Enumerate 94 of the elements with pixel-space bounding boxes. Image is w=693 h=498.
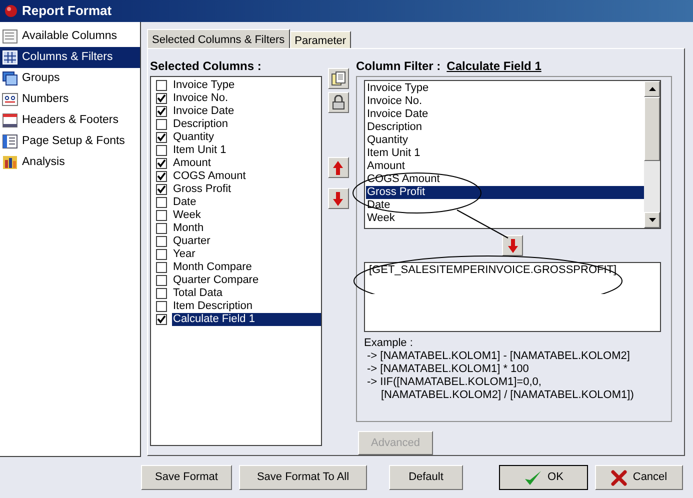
checkbox[interactable] [156,314,167,325]
windows-icon [2,71,18,86]
move-down-button[interactable] [328,188,348,209]
list-item[interactable]: Invoice Date [172,105,321,118]
sidebar-item[interactable]: Analysis [0,152,140,173]
list-item[interactable]: Description [366,121,644,134]
scrollbar-thumb[interactable] [644,97,660,161]
footer-button[interactable]: Default [389,465,463,490]
column-name: Calculate Field 1 [446,58,542,75]
list-item[interactable]: Total Data [172,287,321,300]
list-item[interactable]: Quarter Compare [172,274,321,287]
check-icon [157,315,166,324]
checkbox[interactable] [156,236,167,247]
list-item[interactable]: Week [366,212,644,225]
list-item[interactable]: Invoice No. [366,95,644,108]
list-item[interactable]: Invoice Type [172,79,321,92]
checkbox[interactable] [156,93,167,104]
list-item[interactable]: Quarter [172,235,321,248]
app-logo-icon [4,4,18,18]
checkbox[interactable] [156,158,167,169]
list-item[interactable]: Quantity [172,131,321,144]
checkbox[interactable] [156,249,167,260]
checkbox[interactable] [156,106,167,117]
cancel-button[interactable]: Cancel [595,465,683,490]
checkbox[interactable] [156,210,167,221]
list-item[interactable]: Date [366,199,644,212]
window-title: Report Format [22,2,112,20]
list-item[interactable]: Week [172,209,321,222]
list-item[interactable]: Calculate Field 1 [172,313,321,326]
sidebar-item[interactable]: Columns & Filters [0,47,140,68]
clipboard-icon [330,71,346,86]
down-arrow-icon [333,192,343,206]
list-item[interactable]: COGS Amount [366,173,644,186]
checkbox[interactable] [156,80,167,91]
chart-icon [2,155,18,170]
grid-icon [2,50,18,65]
up-arrow-icon [333,160,343,174]
tab[interactable]: Parameter [290,31,352,48]
checkbox[interactable] [156,288,167,299]
list-item[interactable]: Quantity [366,134,644,147]
list-item[interactable]: Gross Profit [366,186,644,199]
checkbox[interactable] [156,119,167,130]
section-label: Selected Columns : [150,59,262,73]
scrollbar[interactable] [644,81,660,228]
scroll-up-icon [648,87,656,91]
scroll-down-icon [648,218,656,222]
list-item[interactable]: Invoice No. [172,92,321,105]
example-line: -> [NAMATABEL.KOLOM1] * 100 [366,363,530,376]
list-item[interactable]: Amount [366,160,644,173]
footer-button[interactable]: Save Format To All [239,465,367,490]
checkbox[interactable] [156,171,167,182]
check-icon [157,133,166,142]
list-item[interactable]: Month Compare [172,261,321,274]
sidebar-item[interactable]: Groups [0,68,140,89]
list-item[interactable]: Item Unit 1 [172,144,321,157]
down-arrow-icon [508,238,518,252]
example-line: [NAMATABEL.KOLOM2] / [NAMATABEL.KOLOM1]) [380,389,635,402]
checkbox[interactable] [156,275,167,286]
checkbox[interactable] [156,197,167,208]
list-item[interactable]: Year [172,248,321,261]
list-item[interactable]: Month [172,222,321,235]
lock-icon [332,95,344,110]
checkbox[interactable] [156,184,167,195]
sidebar-item[interactable]: Numbers [0,89,140,110]
list-item[interactable]: COGS Amount [172,170,321,183]
list-item[interactable]: Invoice Type [366,82,644,95]
example-label: Example : [364,337,414,350]
check-icon [524,470,542,486]
list-item[interactable]: Amount [172,157,321,170]
checkbox[interactable] [156,132,167,143]
checkbox[interactable] [156,301,167,312]
paste-button[interactable] [328,68,348,89]
footer-button[interactable]: Save Format [141,465,232,490]
list-item[interactable]: Gross Profit [172,183,321,196]
ok-button[interactable]: OK [499,465,588,490]
section-label: Column Filter : [356,58,441,75]
move-up-button[interactable] [328,157,348,178]
example-line: -> [NAMATABEL.KOLOM1] - [NAMATABEL.KOLOM2] [366,350,631,363]
insert-button[interactable] [502,235,523,256]
lock-button[interactable] [328,92,348,113]
list-item[interactable]: Date [172,196,321,209]
tab[interactable]: Selected Columns & Filters [147,29,290,48]
checkbox[interactable] [156,145,167,156]
list-item[interactable]: Description [172,118,321,131]
sidebar-item[interactable]: Available Columns [0,26,140,47]
example-line: -> IIF([NAMATABEL.KOLOM1]=0,0, [366,376,542,389]
list-item[interactable]: Item Description [172,300,321,313]
list-item[interactable]: Invoice Date [366,108,644,121]
list-item[interactable]: Item Unit 1 [366,147,644,160]
sidebar-item[interactable]: Headers & Footers [0,110,140,131]
checkbox[interactable] [156,223,167,234]
close-icon [610,470,627,486]
checkbox[interactable] [156,262,167,273]
sidebar-item[interactable]: Page Setup & Fonts [0,131,140,152]
